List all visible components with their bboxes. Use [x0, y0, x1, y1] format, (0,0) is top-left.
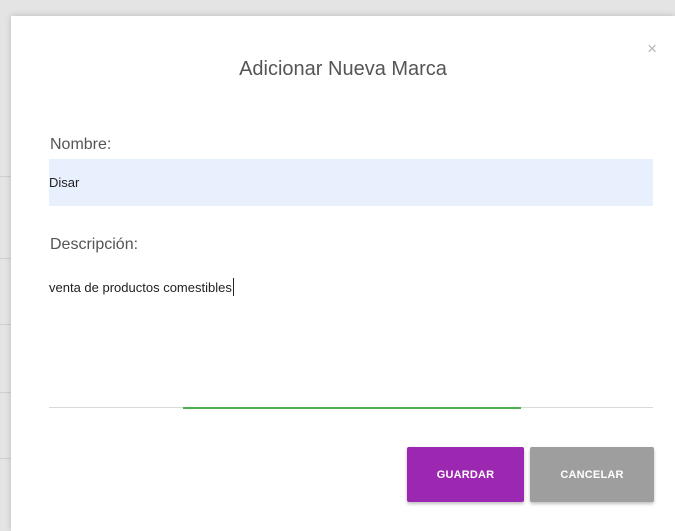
descripcion-textarea[interactable]: venta de productos comestibles	[49, 278, 653, 408]
add-brand-modal: Adicionar Nueva Marca × Nombre: Disar De…	[11, 16, 675, 531]
text-caret	[232, 278, 234, 296]
save-button[interactable]: GUARDAR	[407, 447, 524, 502]
nombre-input[interactable]: Disar	[49, 159, 653, 206]
close-icon[interactable]: ×	[647, 40, 657, 57]
nombre-label: Nombre:	[50, 136, 112, 153]
descripcion-label: Descripción:	[50, 236, 139, 253]
modal-title: Adicionar Nueva Marca	[239, 58, 447, 80]
textarea-focus-underline	[183, 407, 521, 409]
nombre-value: Disar	[49, 175, 80, 190]
cancel-button[interactable]: CANCELAR	[530, 447, 654, 502]
descripcion-value: venta de productos comestibles	[49, 280, 232, 295]
